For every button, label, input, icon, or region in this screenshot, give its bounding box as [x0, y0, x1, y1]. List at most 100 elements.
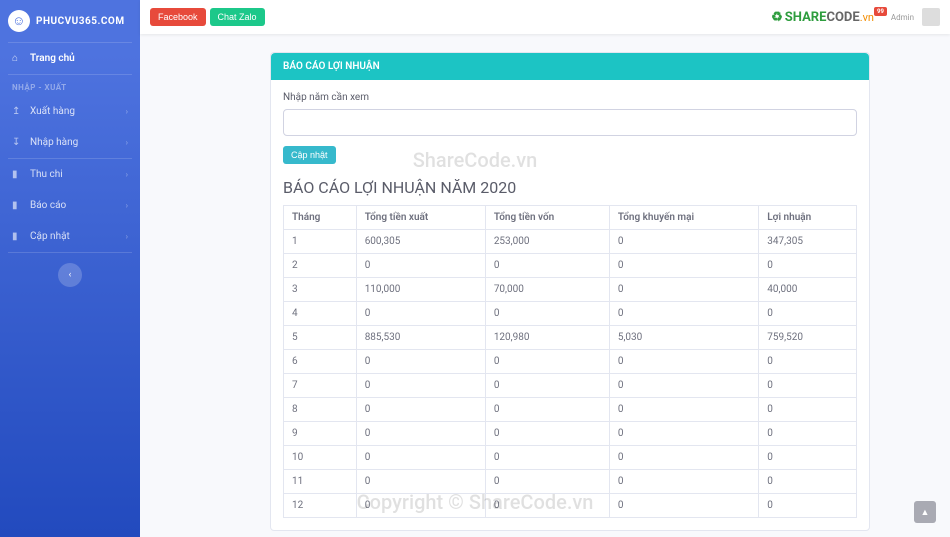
sidebar-heading: NHẬP - XUẤT: [0, 75, 140, 96]
table-row: 60000: [284, 350, 857, 374]
table-cell: 120,980: [485, 326, 609, 350]
table-cell: 110,000: [356, 278, 485, 302]
table-cell: 7: [284, 374, 357, 398]
table-cell: 0: [609, 446, 758, 470]
chevron-right-icon: ›: [126, 201, 128, 210]
table-cell: 0: [759, 494, 857, 518]
table-cell: 40,000: [759, 278, 857, 302]
chatzalo-button[interactable]: Chat Zalo: [210, 8, 265, 26]
table-cell: 0: [609, 422, 758, 446]
table-cell: 0: [759, 446, 857, 470]
sidebar-item-label: Xuất hàng: [30, 106, 75, 117]
table-cell: 0: [485, 350, 609, 374]
table-row: 110000: [284, 470, 857, 494]
table-cell: 1: [284, 230, 357, 254]
table-cell: 0: [485, 302, 609, 326]
table-cell: 0: [356, 446, 485, 470]
sidebar-item-thuchi[interactable]: ▮ Thu chi ›: [0, 159, 140, 190]
table-cell: 5: [284, 326, 357, 350]
table-cell: 0: [609, 278, 758, 302]
table-row: 120000: [284, 494, 857, 518]
table-cell: 2: [284, 254, 357, 278]
arrow-up-icon: ▲: [921, 507, 930, 518]
table-row: 40000: [284, 302, 857, 326]
download-icon: ↧: [12, 137, 24, 148]
table-row: 20000: [284, 254, 857, 278]
facebook-button[interactable]: Facebook: [150, 8, 206, 26]
folder-icon: ▮: [12, 231, 24, 242]
table-cell: 0: [609, 254, 758, 278]
table-row: 5885,530120,9805,030759,520: [284, 326, 857, 350]
table-header-cell: Lợi nhuận: [759, 206, 857, 230]
sidebar-toggle[interactable]: ‹: [58, 263, 82, 287]
table-cell: 0: [356, 254, 485, 278]
table-cell: 0: [356, 398, 485, 422]
report-title: BÁO CÁO LỢI NHUẬN NĂM 2020: [283, 178, 857, 197]
sidebar-item-home[interactable]: ⌂ Trang chủ: [0, 43, 140, 74]
table-cell: 0: [485, 398, 609, 422]
table-cell: 5,030: [609, 326, 758, 350]
table-cell: 0: [759, 398, 857, 422]
table-header-row: ThángTổng tiền xuấtTổng tiền vốnTổng khu…: [284, 206, 857, 230]
content: BÁO CÁO LỢI NHUẬN Nhập năm cần xem Cập n…: [140, 34, 950, 537]
year-input[interactable]: [283, 109, 857, 136]
table-row: 80000: [284, 398, 857, 422]
avatar[interactable]: [922, 8, 940, 26]
table-cell: 0: [485, 254, 609, 278]
dashboard-icon: ⌂: [12, 53, 24, 64]
table-cell: 253,000: [485, 230, 609, 254]
table-cell: 0: [356, 470, 485, 494]
brand-text: PHUCVU365.COM: [36, 16, 125, 27]
table-row: 100000: [284, 446, 857, 470]
table-cell: 600,305: [356, 230, 485, 254]
sidebar-item-nhaphang[interactable]: ↧ Nhập hàng ›: [0, 127, 140, 158]
table-row: 90000: [284, 422, 857, 446]
profit-table: ThángTổng tiền xuấtTổng tiền vốnTổng khu…: [283, 205, 857, 518]
table-cell: 0: [759, 422, 857, 446]
chevron-right-icon: ›: [126, 232, 128, 241]
table-header-cell: Tổng tiền vốn: [485, 206, 609, 230]
table-cell: 0: [759, 374, 857, 398]
table-header-cell: Tháng: [284, 206, 357, 230]
table-cell: 0: [485, 446, 609, 470]
table-cell: 0: [609, 350, 758, 374]
table-cell: 0: [759, 350, 857, 374]
table-cell: 759,520: [759, 326, 857, 350]
topbar: Facebook Chat Zalo ♻ SHARECODE.vn 99 Adm…: [140, 0, 950, 34]
table-cell: 12: [284, 494, 357, 518]
report-card: BÁO CÁO LỢI NHUẬN Nhập năm cần xem Cập n…: [270, 52, 870, 531]
sidebar-item-label: Thu chi: [30, 169, 63, 180]
table-cell: 0: [485, 374, 609, 398]
brand[interactable]: ☺ PHUCVU365.COM: [0, 0, 140, 42]
table-cell: 0: [356, 302, 485, 326]
upload-icon: ↥: [12, 106, 24, 117]
sidebar-item-label: Trang chủ: [30, 53, 75, 64]
sidebar: ☺ PHUCVU365.COM ⌂ Trang chủ NHẬP - XUẤT …: [0, 0, 140, 537]
scroll-top-button[interactable]: ▲: [914, 501, 936, 523]
sidebar-item-baocao[interactable]: ▮ Báo cáo ›: [0, 190, 140, 221]
table-cell: 0: [356, 350, 485, 374]
chevron-right-icon: ›: [126, 138, 128, 147]
sharecode-logo: ♻ SHARECODE.vn 99: [771, 10, 887, 25]
main: Facebook Chat Zalo ♻ SHARECODE.vn 99 Adm…: [140, 0, 950, 537]
update-button[interactable]: Cập nhật: [283, 146, 336, 164]
table-cell: 8: [284, 398, 357, 422]
table-cell: 0: [356, 374, 485, 398]
table-cell: 0: [356, 422, 485, 446]
table-cell: 885,530: [356, 326, 485, 350]
brand-icon: ☺: [8, 10, 30, 32]
folder-icon: ▮: [12, 200, 24, 211]
table-cell: 9: [284, 422, 357, 446]
notification-badge: 99: [874, 7, 887, 16]
recycle-icon: ♻: [771, 10, 783, 25]
table-cell: 10: [284, 446, 357, 470]
chevron-left-icon: ‹: [69, 270, 72, 280]
table-header-cell: Tổng tiền xuất: [356, 206, 485, 230]
folder-icon: ▮: [12, 169, 24, 180]
sidebar-item-xuathang[interactable]: ↥ Xuất hàng ›: [0, 96, 140, 127]
table-cell: 0: [609, 302, 758, 326]
table-cell: 0: [609, 494, 758, 518]
table-header-cell: Tổng khuyến mại: [609, 206, 758, 230]
sidebar-item-capnhat[interactable]: ▮ Cập nhật ›: [0, 221, 140, 252]
table-cell: 0: [759, 302, 857, 326]
